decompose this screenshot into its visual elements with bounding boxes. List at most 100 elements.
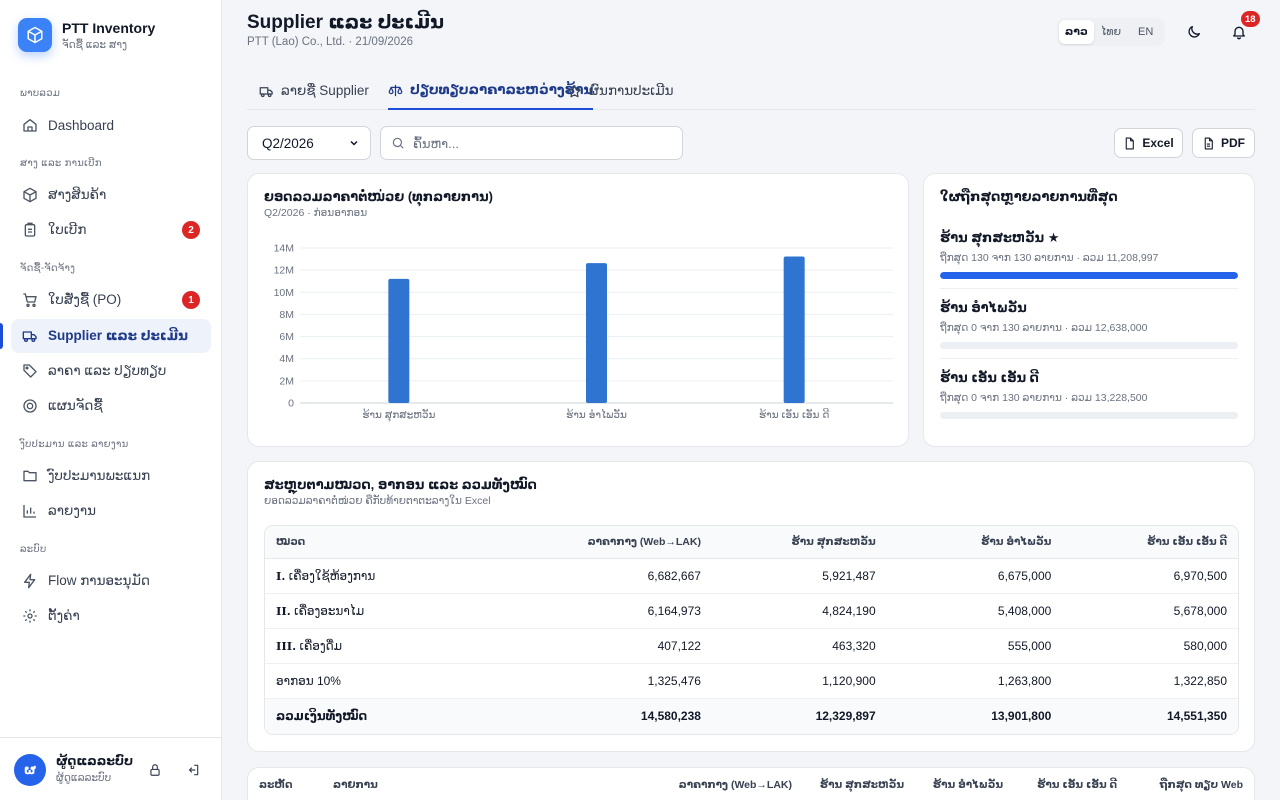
sidebar-item-stock[interactable]: ສາງສິນຄ້າ	[11, 178, 211, 212]
sidebar-item-reports[interactable]: ລາຍງານ	[11, 494, 211, 528]
category-label: ເຄື່ອງອະນາໄມ	[294, 603, 365, 618]
folder-icon	[22, 468, 38, 484]
category-cell: III. ເຄື່ອງດື່ມ	[265, 628, 505, 664]
table-cell: 1,120,900	[711, 663, 887, 699]
truck-icon	[259, 86, 273, 97]
cart-icon	[22, 292, 38, 308]
sidebar-item-label: Supplier ແລະ ປະເມີນ	[48, 328, 189, 343]
category-number: II.	[276, 603, 291, 618]
category-cell: II. ເຄື່ອງອະນາໄມ	[265, 593, 505, 629]
user-panel: ຜ ຜູ້ດູແລລະບົບ ຜູ້ດູແລລະບົບ	[0, 737, 222, 800]
bell-icon[interactable]	[1231, 24, 1247, 40]
store-rank-item: ຮ້ານ ອຳໄພວັນ ຖືກສຸດ 0 ຈາກ 130 ລາຍການ · ລ…	[940, 300, 1238, 349]
column-header[interactable]: ຮ້ານ ສຸກສະຫວັນ	[711, 526, 887, 559]
category-cell: I. ເຄື່ອງໃຊ້ຫ້ອງການ	[265, 558, 505, 594]
y-tick-label: 12M	[274, 265, 294, 277]
y-tick-label: 2M	[279, 375, 294, 387]
sidebar-item-purchase-plan[interactable]: ແຜນຈັດຊື້	[11, 389, 211, 423]
x-tick-label: ຮ້ານ ສຸກສະຫວັນ	[362, 407, 435, 422]
brand[interactable]: PTT Inventory ຈັດຊື້ ແລະ ສາງ	[18, 18, 155, 52]
price-total-chart-card: ຍອດລວມລາຄາຕໍ່ໜ່ວຍ (ທຸກລາຍການ) Q2/2026 · …	[247, 173, 909, 447]
tab-price-comparison[interactable]: ປຽບທຽບລາຄາລະຫວ່າງຮ້ານ	[388, 72, 594, 110]
column-header[interactable]: ລາຍການ	[333, 779, 378, 791]
column-header[interactable]: ລາຄາກາງ (Web→LAK)	[504, 526, 712, 559]
table-row: III. ເຄື່ອງດື່ມ 407,122 463,320 555,000 …	[265, 628, 1238, 664]
sidebar-item-settings[interactable]: ຕັ້ງຄ່າ	[11, 599, 211, 633]
sidebar-item-approval-flow[interactable]: Flow ການອະນຸມັດ	[11, 564, 211, 598]
table-header-row: ໝວດ ລາຄາກາງ (Web→LAK) ຮ້ານ ສຸກສະຫວັນ ຮ້າ…	[265, 526, 1238, 559]
notification-badge: 18	[1241, 11, 1260, 27]
column-header[interactable]: ຮ້ານ ອຳໄພວັນ	[933, 779, 1003, 791]
logout-icon[interactable]	[186, 763, 200, 780]
sidebar-item-dashboard[interactable]: Dashboard	[11, 108, 211, 142]
cheapest-share-bar	[940, 342, 1238, 349]
column-header[interactable]: ຖືກສຸດ ທຽບ Web	[1160, 779, 1243, 791]
moon-icon[interactable]	[1186, 24, 1202, 40]
category-number: I.	[276, 568, 286, 583]
store-meta: ຖືກສຸດ 130 ຈາກ 130 ລາຍການ · ລວມ 11,208,9…	[940, 252, 1159, 264]
bar	[388, 278, 410, 403]
po-count-badge: 1	[182, 291, 200, 309]
active-indicator	[0, 323, 3, 349]
chevron-down-icon	[350, 140, 358, 146]
language-lao-button[interactable]: ລາວ	[1059, 20, 1094, 44]
category-label: ເຄື່ອງດື່ມ	[299, 638, 343, 653]
truck-icon	[22, 328, 38, 344]
sidebar-item-requisition[interactable]: ໃບເບີກ 2	[11, 213, 211, 247]
period-select[interactable]: Q2/2026	[247, 126, 371, 160]
table-cell: 6,682,667	[504, 558, 712, 594]
table-cell: 6,675,000	[886, 558, 1063, 594]
category-label: ເຄື່ອງໃຊ້ຫ້ອງການ	[288, 568, 376, 583]
table-cell: 6,164,973	[504, 593, 712, 629]
tab-evaluation-results[interactable]: ຜົນການປະເມີນ	[567, 72, 674, 110]
language-en-button[interactable]: EN	[1128, 20, 1163, 44]
total-cell: 12,329,897	[711, 698, 887, 734]
table-cell: 4,824,190	[711, 593, 887, 629]
bar-chart: 0 2M 4M 6M 8M 10M 12M 14M ຮ້ານ ສຸກສະຫວັນ ຮ້ານ ອຳໄ…	[274, 243, 893, 422]
sidebar-item-supplier[interactable]: Supplier ແລະ ປະເມີນ	[11, 319, 211, 353]
column-header[interactable]: ໝວດ	[265, 526, 505, 559]
page-title: Supplier ແລະ ປະເມີນ	[247, 12, 445, 33]
summary-subtitle: ຍອດລວມລາຄາຕໍ່ໜ່ວຍ ຄືກັບທ້າຍຕາຕະລາງໃນ Exc…	[264, 495, 491, 507]
sidebar-item-label: ງົບປະມານພະແນກ	[48, 468, 151, 483]
table-cell: 5,678,000	[1062, 593, 1238, 629]
avatar[interactable]: ຜ	[14, 754, 46, 786]
lock-icon[interactable]	[148, 763, 162, 780]
total-cell: 14,551,350	[1062, 698, 1238, 734]
store-name: ຮ້ານ ອຳໄພວັນ	[940, 300, 1027, 315]
cheapest-share-bar	[940, 412, 1238, 419]
cheapest-store-card: ໃຜຖືກສຸດຫຼາຍລາຍການທີ່ສຸດ ຮ້ານ ສຸກສະຫວັນ …	[923, 173, 1255, 447]
table-cell: 6,970,500	[1062, 558, 1238, 594]
table-cell: 1,263,800	[886, 663, 1063, 699]
brand-title: PTT Inventory	[62, 19, 156, 36]
column-header[interactable]: ລາຄາກາງ (Web→LAK)	[679, 779, 792, 791]
nav-section-budget: ງົບປະມານ ແລະ ລາຍງານ	[20, 439, 129, 450]
sidebar-item-label: ໃບເບີກ	[48, 222, 87, 237]
search-input[interactable]	[413, 135, 663, 151]
total-row: ລວມເງິນທັງໝົດ 14,580,238 12,329,897 13,9…	[265, 698, 1238, 734]
column-header[interactable]: ຮ້ານ ອຳໄພວັນ	[886, 526, 1063, 559]
sidebar-item-department-budget[interactable]: ງົບປະມານພະແນກ	[11, 459, 211, 493]
sidebar-item-purchase-order[interactable]: ໃບສັ່ງຊື້ (PO) 1	[11, 283, 211, 317]
table-row: II. ເຄື່ອງອະນາໄມ 6,164,973 4,824,190 5,4…	[265, 593, 1238, 629]
sidebar-item-pricing[interactable]: ລາຄາ ແລະ ປຽບທຽບ	[11, 354, 211, 388]
store-rank-item: ຮ້ານ ເອັນ ເອັນ ດີ ຖືກສຸດ 0 ຈາກ 130 ລາຍກາ…	[940, 370, 1238, 419]
y-tick-label: 6M	[279, 331, 294, 343]
clipboard-icon	[22, 222, 38, 238]
column-header[interactable]: ຮ້ານ ເອັນ ເອັນ ດີ	[1062, 526, 1238, 559]
tab-supplier-list[interactable]: ລາຍຊື່ Supplier	[259, 72, 369, 110]
bar-chart-icon	[22, 503, 38, 519]
column-header[interactable]: ລະຫັດ	[259, 779, 293, 791]
search-icon	[392, 137, 404, 149]
export-excel-button[interactable]: Excel	[1114, 128, 1183, 158]
sidebar-item-label: ຕັ້ງຄ່າ	[48, 608, 80, 623]
star-icon	[568, 84, 581, 97]
export-pdf-button[interactable]: PDF	[1192, 128, 1255, 158]
column-header[interactable]: ຮ້ານ ເອັນ ເອັນ ດີ	[1037, 779, 1117, 791]
pdf-label: PDF	[1221, 136, 1245, 150]
table-cell: 463,320	[711, 628, 887, 664]
column-header[interactable]: ຮ້ານ ສຸກສະຫວັນ	[820, 779, 904, 791]
language-thai-button[interactable]: ໄທຍ	[1094, 20, 1129, 44]
x-tick-label: ຮ້ານ ອຳໄພວັນ	[566, 407, 627, 421]
sidebar-item-label: ໃບສັ່ງຊື້ (PO)	[48, 292, 122, 307]
